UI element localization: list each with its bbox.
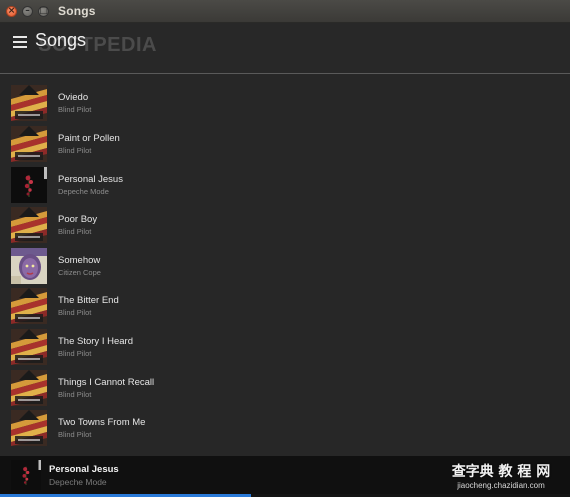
album-art: [11, 370, 47, 406]
song-artist: Blind Pilot: [58, 105, 92, 114]
song-title: Somehow: [58, 255, 101, 266]
minimize-button[interactable]: –: [22, 5, 33, 17]
song-title: Paint or Pollen: [58, 133, 120, 144]
album-art: [11, 410, 47, 446]
song-row[interactable]: Two Towns From Me Blind Pilot: [0, 403, 570, 446]
album-art: [11, 126, 47, 162]
close-icon: ×: [7, 5, 16, 16]
song-title: The Story I Heard: [58, 336, 133, 347]
song-row[interactable]: Poor Boy Blind Pilot: [0, 200, 570, 243]
song-artist: Blind Pilot: [58, 390, 92, 399]
song-title: Personal Jesus: [58, 174, 123, 185]
window-title: Songs: [58, 4, 96, 18]
song-title: Oviedo: [58, 92, 89, 103]
album-art: [11, 288, 47, 324]
app-window: × – □ Songs SOFTPEDIA Songs Oviedo Blind …: [0, 0, 570, 497]
close-button[interactable]: ×: [6, 5, 17, 17]
maximize-icon: □: [39, 5, 48, 16]
song-row[interactable]: Paint or Pollen Blind Pilot: [0, 119, 570, 162]
song-artist: Blind Pilot: [58, 146, 92, 155]
song-title: Poor Boy: [58, 214, 98, 225]
now-playing-album-art: [11, 456, 41, 494]
song-list: Oviedo Blind Pilot Paint or Pollen Blind Pi…: [0, 74, 570, 456]
hamburger-menu-icon[interactable]: [13, 36, 27, 48]
song-artist: Blind Pilot: [58, 430, 92, 439]
site-watermark: 查字典 教 程 网 jiaocheng.chazidian.com: [436, 464, 566, 496]
song-title: Things I Cannot Recall: [58, 377, 155, 388]
song-artist: Citizen Cope: [58, 268, 101, 277]
song-row[interactable]: Things I Cannot Recall Blind Pilot: [0, 363, 570, 406]
site-watermark-title: 查字典 教 程 网: [451, 464, 551, 480]
title-bar: × – □ Songs: [0, 0, 570, 23]
now-playing-title: Personal Jesus: [49, 464, 119, 475]
song-row[interactable]: Personal Jesus Depeche Mode: [0, 160, 570, 203]
album-art: [11, 329, 47, 365]
album-art: [11, 167, 47, 203]
song-row[interactable]: The Story I Heard Blind Pilot: [0, 322, 570, 365]
song-row[interactable]: Somehow Citizen Cope: [0, 241, 570, 284]
song-artist: Depeche Mode: [58, 187, 109, 196]
song-title: The Bitter End: [58, 295, 119, 306]
song-title: Two Towns From Me: [58, 417, 146, 428]
album-art: [11, 248, 47, 284]
album-art: [11, 85, 47, 121]
page-title: Songs: [35, 30, 87, 50]
song-artist: Blind Pilot: [58, 227, 92, 236]
now-playing-artist: Depeche Mode: [49, 477, 107, 487]
maximize-button[interactable]: □: [38, 5, 49, 17]
app-header: SOFTPEDIA Songs: [0, 23, 570, 74]
song-artist: Blind Pilot: [58, 349, 92, 358]
song-row[interactable]: The Bitter End Blind Pilot: [0, 281, 570, 324]
song-artist: Blind Pilot: [58, 308, 92, 317]
minimize-icon: –: [25, 5, 30, 16]
site-watermark-url: jiaocheng.chazidian.com: [457, 481, 545, 490]
album-art: [11, 207, 47, 243]
song-row[interactable]: Oviedo Blind Pilot: [0, 78, 570, 121]
